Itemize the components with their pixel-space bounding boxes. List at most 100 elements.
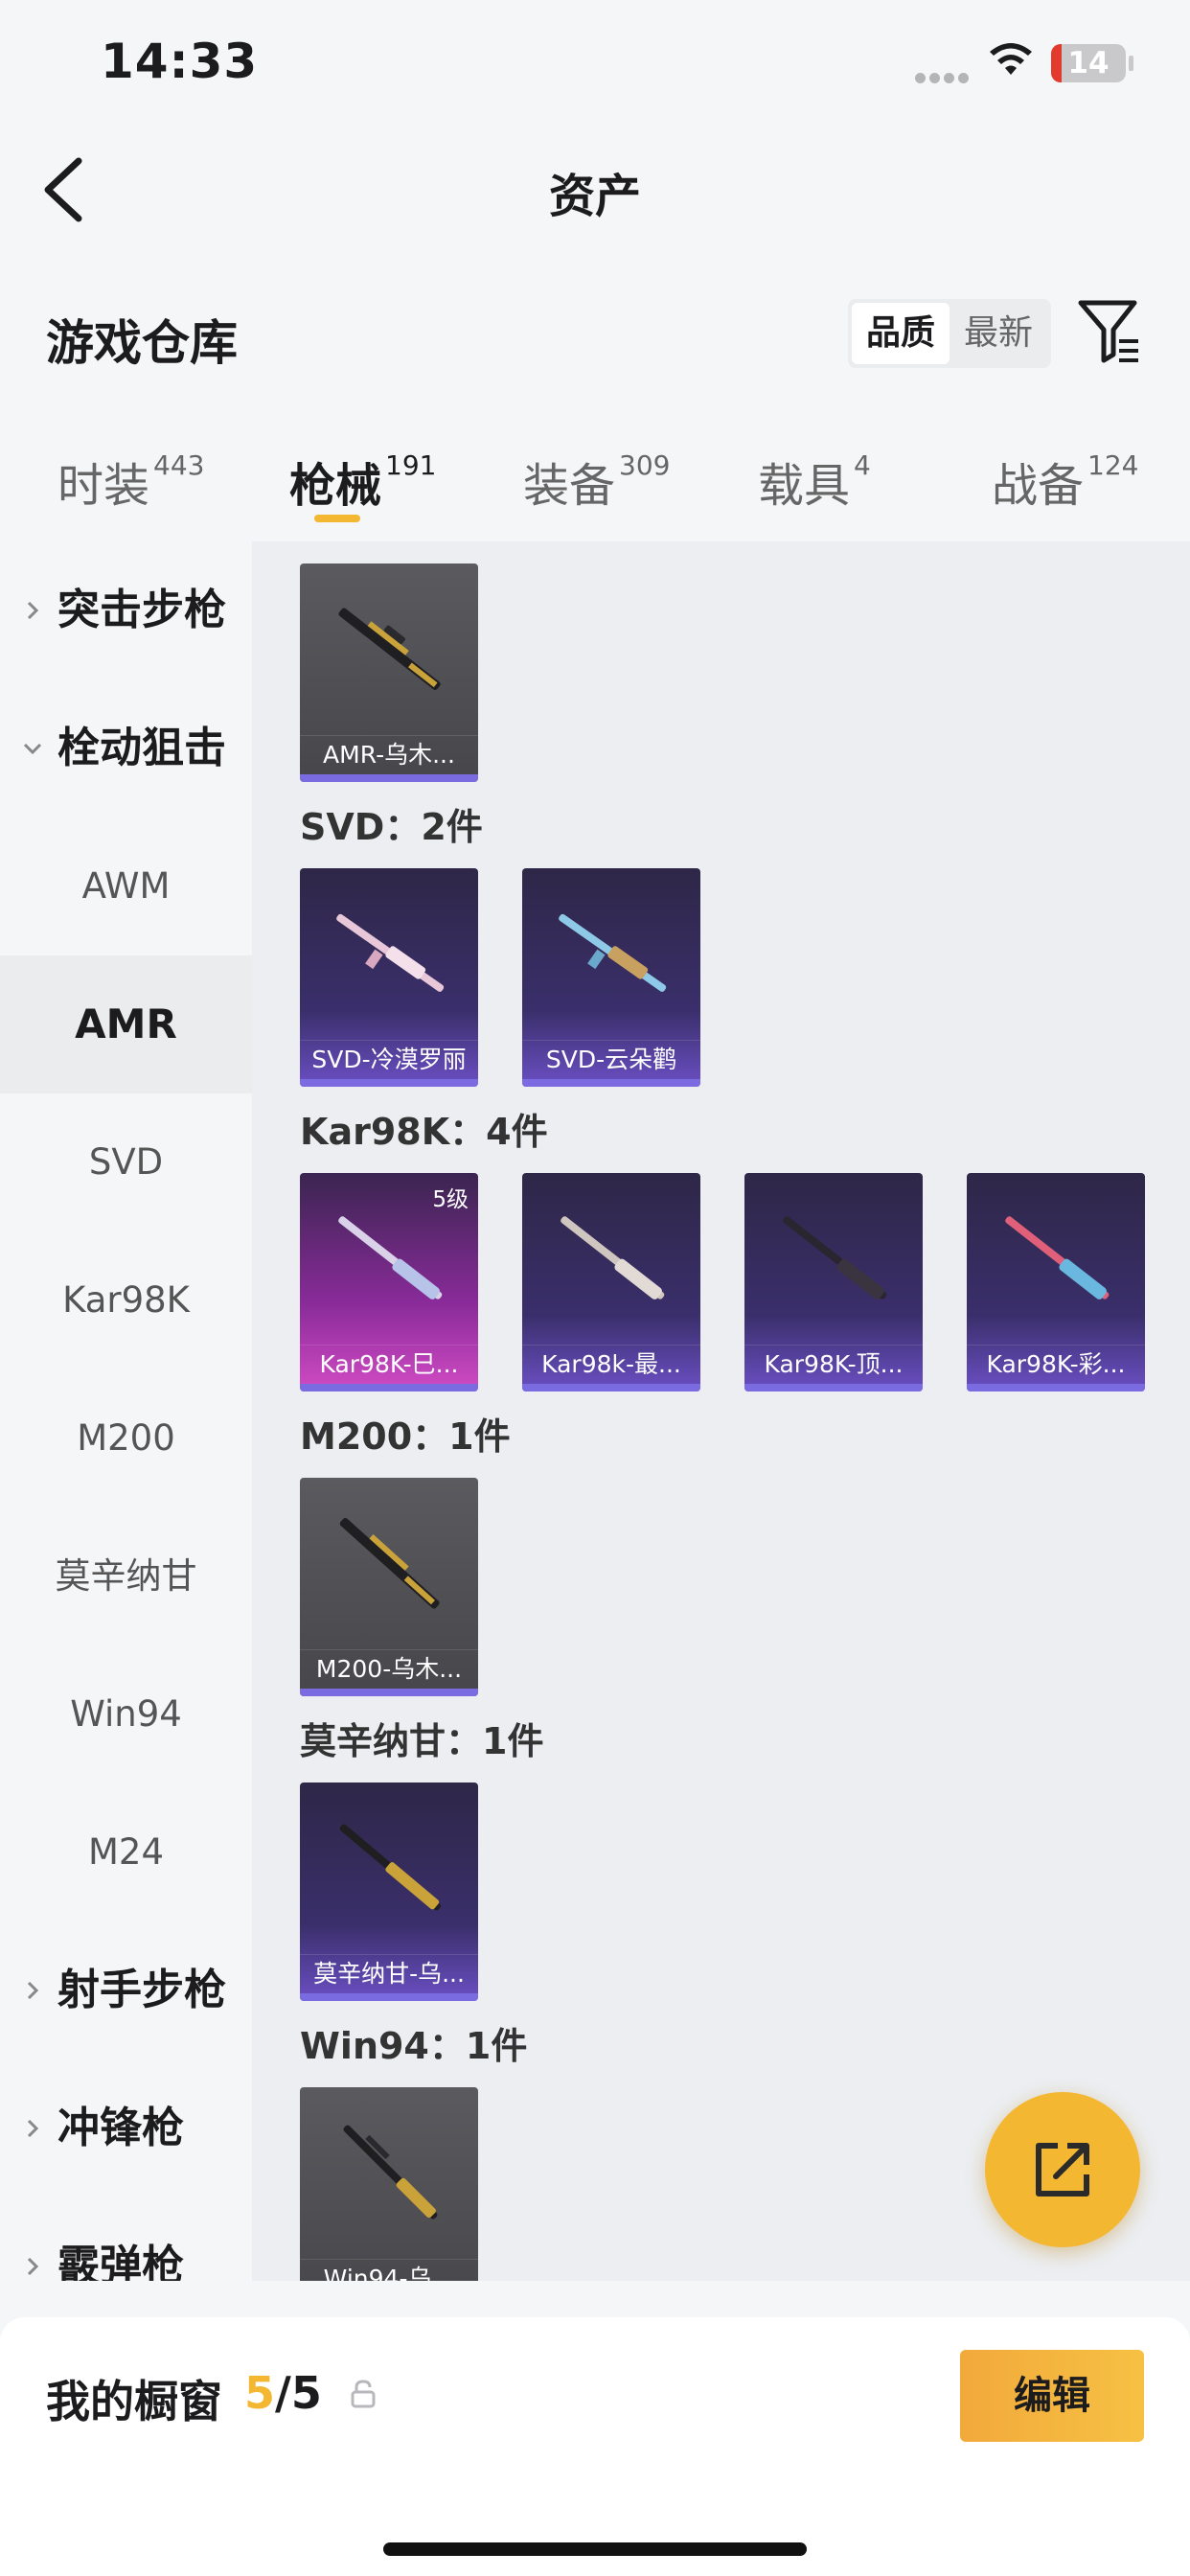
rifle-icon [343, 2125, 438, 2220]
item-card[interactable]: 莫辛纳甘-乌... [300, 1782, 478, 2001]
item-card[interactable]: SVD-冷漠罗丽 [300, 868, 478, 1087]
item-name: Kar98k-最... [541, 1350, 681, 1378]
sort-newest-button[interactable]: 最新 [950, 303, 1047, 364]
home-indicator [383, 2542, 807, 2556]
item-name: SVD-冷漠罗丽 [311, 1046, 467, 1073]
status-bar: 14:33 14 [0, 0, 1190, 134]
item-name: Kar98K-彩... [986, 1350, 1126, 1378]
sidebar-item-label: SVD [88, 1141, 164, 1183]
rifle-icon [338, 608, 441, 690]
tab-fashion[interactable]: 时装 443 [57, 448, 204, 515]
rifle-icon [559, 913, 667, 992]
showcase-bar: 我的橱窗 5/5 编辑 [0, 2317, 1190, 2576]
rifle-icon [561, 1216, 665, 1300]
item-card[interactable]: AMR-乌木... [300, 564, 478, 782]
rarity-bar [300, 1689, 478, 1696]
category-tabs: 时装 443 枪械 191 装备 309 载具 4 战备 124 [0, 436, 1190, 532]
tab-supplies[interactable]: 战备 124 [992, 448, 1138, 515]
rifle-icon [783, 1216, 887, 1300]
item-name: Win94-乌... [323, 2265, 455, 2281]
edit-button[interactable]: 编辑 [960, 2350, 1144, 2442]
sidebar-item-m24[interactable]: M24 [0, 1783, 252, 1921]
chevron-right-icon [27, 2257, 39, 2276]
rifle-icon [338, 1216, 443, 1300]
item-name: M200-乌木... [315, 1655, 463, 1683]
sidebar-item-win94[interactable]: Win94 [0, 1645, 252, 1783]
sidebar-item-svd[interactable]: SVD [0, 1093, 252, 1231]
chevron-right-icon [27, 2119, 39, 2138]
item-name: Kar98K-顶... [764, 1350, 904, 1378]
sidebar-item-marksman-rifles[interactable]: 射手步枪 [0, 1921, 252, 2059]
rarity-bar [300, 774, 478, 782]
rarity-bar [967, 1384, 1145, 1392]
battery-icon: 14 [1051, 44, 1126, 82]
sidebar-item-label: 霰弹枪 [57, 2242, 184, 2281]
item-name: AMR-乌木... [323, 741, 455, 769]
item-card[interactable]: 5级 Kar98K-巳... [300, 1173, 478, 1392]
sidebar-item-kar98k[interactable]: Kar98K [0, 1231, 252, 1369]
status-time: 14:33 [101, 34, 259, 89]
section-title: 游戏仓库 [46, 315, 238, 371]
rifle-icon [1005, 1216, 1110, 1300]
showcase-count: 5/5 [244, 2367, 322, 2419]
showcase-used: 5 [244, 2367, 276, 2419]
item-card[interactable]: Kar98K-彩... [967, 1173, 1145, 1392]
chevron-down-icon [23, 743, 42, 755]
sidebar-item-label: Kar98K [62, 1279, 190, 1321]
rarity-bar [522, 1079, 700, 1087]
item-name: 莫辛纳甘-乌... [313, 1960, 465, 1988]
tab-vehicles[interactable]: 载具 4 [758, 448, 871, 515]
sort-quality-button[interactable]: 品质 [852, 303, 950, 364]
rarity-bar [300, 1993, 478, 2001]
item-card[interactable]: M200-乌木... [300, 1478, 478, 1696]
item-card[interactable]: SVD-云朵鹳 [522, 868, 700, 1087]
sidebar-item-label: AWM [81, 865, 171, 907]
share-button[interactable] [985, 2092, 1140, 2247]
sidebar-item-label: 突击步枪 [57, 586, 226, 634]
rarity-bar [522, 1384, 700, 1392]
group-title: SVD：2件 [300, 806, 483, 848]
chevron-right-icon [27, 601, 39, 620]
rarity-bar [744, 1384, 923, 1392]
sidebar-item-label: 冲锋枪 [57, 2104, 184, 2152]
item-name: SVD-云朵鹳 [545, 1046, 677, 1073]
sidebar-item-amr[interactable]: AMR [0, 955, 252, 1093]
tab-guns[interactable]: 枪械 191 [289, 448, 436, 515]
cellular-signal-icon [915, 69, 973, 83]
sidebar-item-mosin-nagant[interactable]: 莫辛纳甘 [0, 1507, 252, 1645]
sidebar-item-m200[interactable]: M200 [0, 1369, 252, 1507]
sidebar-item-label: M200 [77, 1417, 175, 1459]
group-title: 莫辛纳甘：1件 [300, 1720, 544, 1762]
sidebar-item-label: 栓动狙击 [57, 724, 226, 772]
lock-icon [351, 2380, 376, 2408]
sidebar-item-assault-rifles[interactable]: 突击步枪 [0, 541, 252, 679]
battery-level: 14 [1067, 46, 1110, 80]
item-card[interactable]: Kar98K-顶... [744, 1173, 923, 1392]
chevron-right-icon [27, 1981, 39, 2000]
sidebar-item-smgs[interactable]: 冲锋枪 [0, 2059, 252, 2197]
sidebar-item-label: 莫辛纳甘 [55, 1555, 197, 1597]
item-card[interactable]: Kar98k-最... [522, 1173, 700, 1392]
page-title: 资产 [548, 170, 641, 223]
sidebar-item-shotguns[interactable]: 霰弹枪 [0, 2197, 252, 2281]
tab-equipment[interactable]: 装备 309 [523, 448, 670, 515]
rifle-icon [339, 1517, 440, 1609]
sidebar-item-label: Win94 [70, 1693, 182, 1735]
sidebar-item-awm[interactable]: AWM [0, 817, 252, 955]
item-grid: AMR-乌木... SVD：2件 SVD-冷漠罗丽 SVD-云朵鹳 Kar98K… [252, 541, 1190, 2281]
sidebar-item-label: 射手步枪 [57, 1966, 226, 2014]
item-name: Kar98K-巳... [319, 1350, 459, 1378]
active-tab-indicator [314, 515, 360, 522]
rarity-bar [300, 1079, 478, 1087]
sidebar-item-bolt-action-snipers[interactable]: 栓动狙击 [0, 679, 252, 817]
item-card[interactable]: Win94-乌... [300, 2087, 478, 2281]
rifle-icon [336, 913, 445, 992]
showcase-label: 我的橱窗 [46, 2376, 222, 2427]
sidebar-item-label: AMR [75, 1000, 177, 1047]
sort-toggle: 品质 最新 [848, 299, 1051, 368]
wifi-icon [990, 43, 1032, 75]
sidebar-item-label: M24 [87, 1831, 164, 1873]
filter-icon[interactable] [1077, 297, 1142, 366]
group-title: M200：1件 [300, 1415, 511, 1458]
sidebar: 突击步枪 栓动狙击 AWM AMR SVD Kar98K M200 莫辛纳甘 W… [0, 541, 252, 2281]
